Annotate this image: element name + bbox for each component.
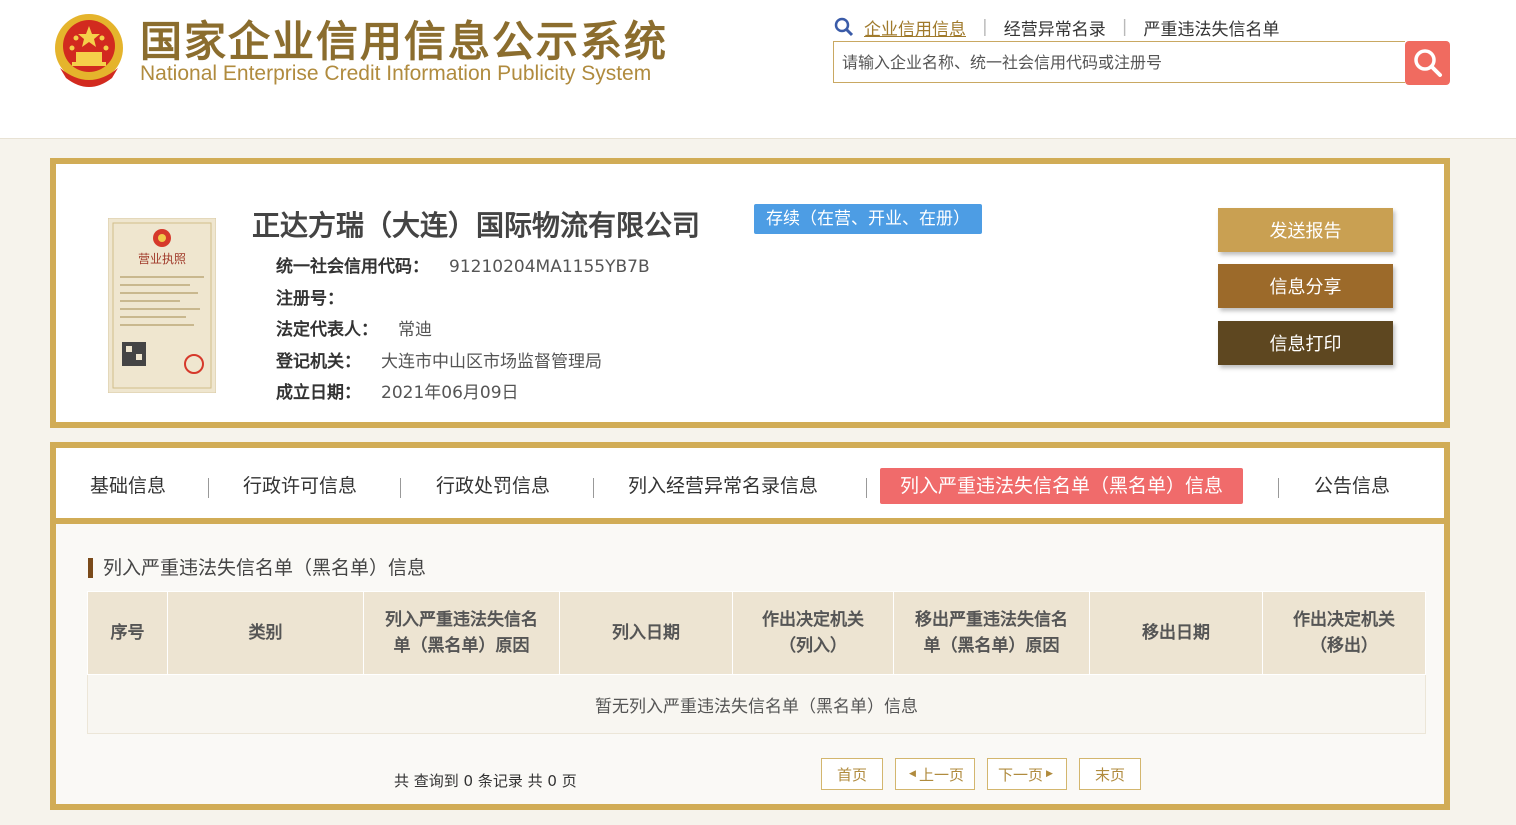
section-title: 列入严重违法失信名单（黑名单）信息 [88,558,426,578]
business-license-image: 营业执照 [108,218,216,393]
tab-divider [208,478,209,498]
detail-card: 基础信息 行政许可信息 行政处罚信息 列入经营异常名录信息 列入严重违法失信名单… [50,442,1450,810]
field-value: 91210204MA1155YB7B [449,257,650,277]
site-title: 国家企业信用信息公示系统 [140,17,669,66]
field-label: 法定代表人： [276,320,378,340]
field-label: 成立日期： [276,383,361,403]
table-header-row: 序号 类别 列入严重违法失信名 单（黑名单）原因 列入日期 作出决定机关 （列入） … [87,591,1426,675]
tab-basic-info[interactable]: 基础信息 [90,468,166,504]
tab-announcements[interactable]: 公告信息 [1314,468,1390,504]
prev-page-button[interactable]: ◀ 上一页 [895,758,975,790]
tab-divider [400,478,401,498]
empty-message: 暂无列入严重违法失信名单（黑名单）信息 [87,674,1426,734]
license-title: 营业执照 [138,252,186,266]
first-page-button[interactable]: 首页 [821,758,883,790]
site-header: 国家企业信用信息公示系统 National Enterprise Credit … [0,0,1516,139]
field-value: 大连市中山区市场监督管理局 [381,352,602,372]
search-button[interactable] [1405,41,1450,85]
caret-left-icon: ◀ [909,769,916,779]
col-header-index: 序号 [87,591,168,675]
col-header-listing-reason: 列入严重违法失信名 单（黑名单）原因 [363,591,560,675]
nav-blacklist[interactable]: 严重违法失信名单 [1143,15,1279,40]
field-credit-code: 统一社会信用代码： 91210204MA1155YB7B [276,252,650,277]
nav-abnormal-list[interactable]: 经营异常名录 [1004,15,1106,40]
send-report-button[interactable]: 发送报告 [1218,208,1393,252]
magnifier-icon [834,17,854,37]
col-header-removal-reason: 移出严重违法失信名 单（黑名单）原因 [893,591,1090,675]
tab-abnormal-list[interactable]: 列入经营异常名录信息 [628,468,818,504]
tab-bar: 基础信息 行政许可信息 行政处罚信息 列入经营异常名录信息 列入严重违法失信名单… [56,448,1444,524]
col-header-listing-authority: 作出决定机关 （列入） [732,591,894,675]
field-label: 登记机关： [276,352,361,372]
print-info-button[interactable]: 信息打印 [1218,321,1393,365]
field-value: 2021年06月09日 [381,383,519,403]
col-header-category: 类别 [167,591,364,675]
tab-admin-license[interactable]: 行政许可信息 [243,468,357,504]
national-emblem-icon [55,14,123,87]
company-info-card: 营业执照 正达方瑞（大连）国际物流有限公司 存续（在营、开业、在册） 统一社会信… [50,158,1450,428]
tab-divider [1278,478,1279,498]
field-registration-authority: 登记机关： 大连市中山区市场监督管理局 [276,347,602,372]
company-name: 正达方瑞（大连）国际物流有限公司 [252,209,701,242]
search-icon [1413,49,1442,77]
record-summary: 共 查询到 0 条记录 共 0 页 [394,772,577,790]
table-row: 暂无列入严重违法失信名单（黑名单）信息 [87,674,1426,734]
status-badge: 存续（在营、开业、在册） [754,204,982,234]
blacklist-table: 序号 类别 列入严重违法失信名 单（黑名单）原因 列入日期 作出决定机关 （列入） … [87,591,1426,734]
site-subtitle: National Enterprise Credit Information P… [140,62,652,85]
next-page-button[interactable]: 下一页 ▶ [987,758,1067,790]
search-input[interactable] [833,41,1405,83]
tab-divider [593,478,594,498]
tab-blacklist[interactable]: 列入严重违法失信名单（黑名单）信息 [880,468,1244,504]
tab-divider [866,478,867,498]
col-header-listing-date: 列入日期 [559,591,733,675]
field-registration-no: 注册号： [276,284,364,309]
caret-right-icon: ▶ [1046,769,1053,779]
col-header-removal-date: 移出日期 [1089,591,1263,675]
field-established-date: 成立日期： 2021年06月09日 [276,378,519,403]
top-nav: 企业信用信息 | 经营异常名录 | 严重违法失信名单 [834,14,1279,40]
nav-divider: | [982,17,988,37]
field-label: 注册号： [276,289,344,309]
field-value: 常迪 [398,320,432,340]
nav-enterprise-credit[interactable]: 企业信用信息 [864,15,966,40]
field-legal-rep: 法定代表人： 常迪 [276,315,432,340]
field-label: 统一社会信用代码： [276,257,429,277]
nav-divider: | [1121,17,1128,37]
tab-admin-penalty[interactable]: 行政处罚信息 [436,468,550,504]
share-info-button[interactable]: 信息分享 [1218,264,1393,308]
last-page-button[interactable]: 末页 [1079,758,1141,790]
col-header-removal-authority: 作出决定机关 （移出） [1262,591,1426,675]
